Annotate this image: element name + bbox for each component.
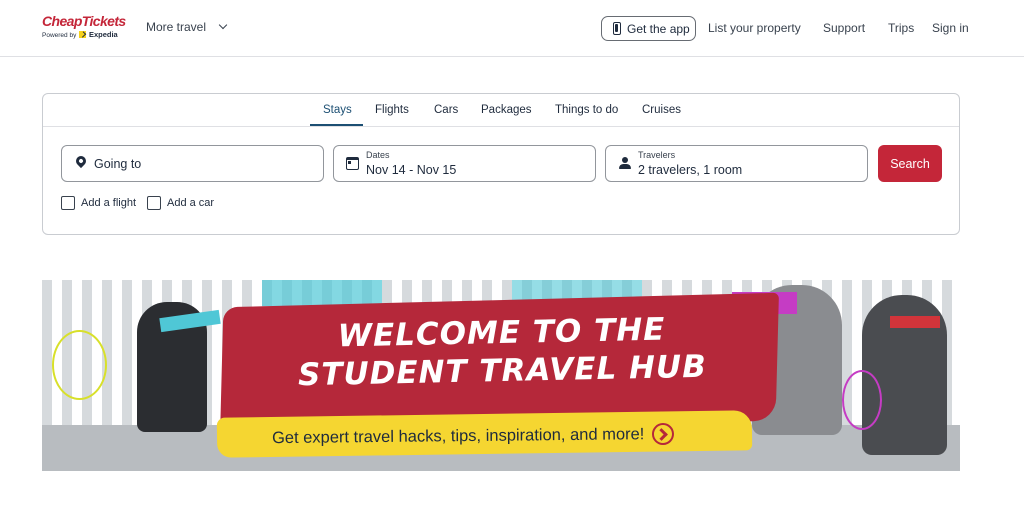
cheaptickets-logo[interactable]: CheapTickets Powered by Expedia (42, 13, 126, 40)
decorative-stripe (890, 316, 940, 328)
add-flight-checkbox[interactable] (61, 196, 75, 210)
banner-headline: WELCOME TO THE STUDENT TRAVEL HUB (241, 309, 762, 396)
decorative-scribble (52, 330, 107, 400)
search-button[interactable]: Search (878, 145, 942, 182)
more-travel-label: More travel (146, 20, 207, 34)
top-header: CheapTickets Powered by Expedia More tra… (0, 0, 1024, 57)
arrow-right-circle-icon[interactable] (652, 422, 675, 446)
sign-in-link[interactable]: Sign in (932, 21, 969, 35)
get-the-app-button[interactable]: Get the app (601, 16, 696, 41)
travelers-value: 2 travelers, 1 room (638, 163, 743, 177)
decorative-splash (262, 280, 382, 306)
tab-flights[interactable]: Flights (375, 104, 409, 116)
add-flight-label: Add a flight (81, 197, 137, 209)
student-travel-hub-banner[interactable]: WELCOME TO THE STUDENT TRAVEL HUB Get ex… (42, 280, 960, 471)
calendar-icon (346, 156, 360, 172)
tab-packages[interactable]: Packages (481, 104, 532, 116)
logo-powered-by: Powered by Expedia (42, 30, 118, 39)
phone-icon (613, 22, 621, 35)
travelers-label: Travelers (638, 150, 676, 160)
search-form-card: Stays Flights Cars Packages Things to do… (42, 93, 960, 235)
dates-field[interactable]: Dates Nov 14 - Nov 15 (333, 145, 596, 182)
tab-stays[interactable]: Stays (323, 104, 352, 116)
tab-cars[interactable]: Cars (434, 104, 458, 116)
dates-value: Nov 14 - Nov 15 (366, 163, 457, 177)
search-tabs: Stays Flights Cars Packages Things to do… (43, 94, 959, 127)
going-to-placeholder: Going to (94, 157, 142, 171)
expedia-mark-icon (79, 31, 87, 38)
more-travel-menu[interactable]: More travel (146, 20, 228, 34)
dates-label: Dates (366, 150, 390, 160)
chevron-down-icon (218, 20, 228, 30)
add-car-checkbox[interactable] (147, 196, 161, 210)
tab-things-to-do[interactable]: Things to do (555, 104, 618, 116)
travelers-field[interactable]: Travelers 2 travelers, 1 room (605, 145, 868, 182)
person-icon (618, 156, 632, 172)
support-link[interactable]: Support (823, 21, 865, 35)
get-the-app-label: Get the app (627, 21, 690, 36)
going-to-field[interactable]: Going to (61, 145, 324, 182)
banner-subline-text: Get expert travel hacks, tips, inspirati… (271, 424, 645, 447)
logo-wordmark: CheapTickets (42, 13, 126, 29)
trips-link[interactable]: Trips (888, 21, 914, 35)
add-car-label: Add a car (167, 197, 215, 209)
tab-cruises[interactable]: Cruises (642, 104, 681, 116)
decorative-scribble (842, 370, 882, 430)
active-tab-indicator (310, 124, 363, 126)
banner-subline-link[interactable]: Get expert travel hacks, tips, inspirati… (271, 422, 675, 449)
list-your-property-link[interactable]: List your property (708, 21, 801, 35)
add-flight-option[interactable]: Add a flight (61, 196, 136, 210)
add-car-option[interactable]: Add a car (147, 196, 214, 210)
map-pin-icon (73, 153, 89, 172)
